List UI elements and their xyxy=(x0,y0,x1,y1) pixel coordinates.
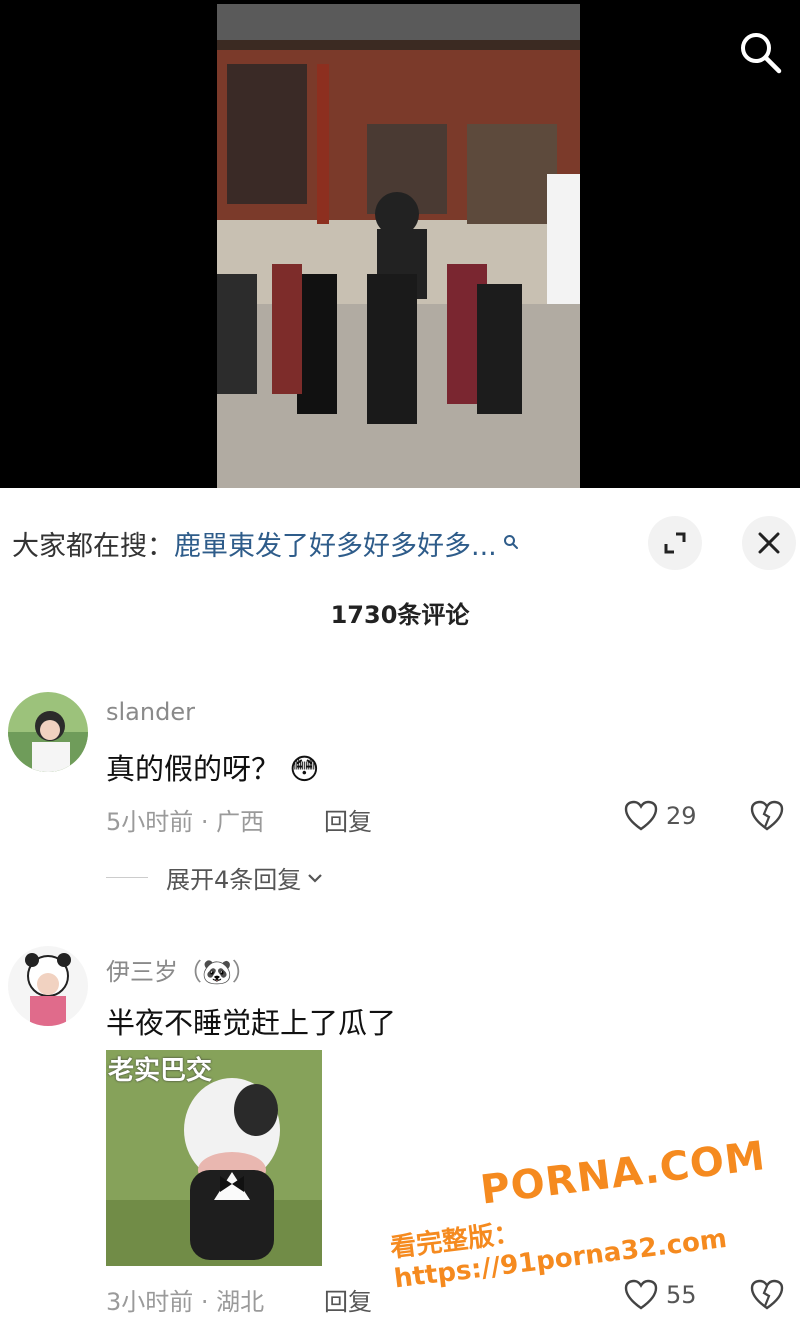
trending-search[interactable]: 大家都在搜：鹿單東发了好多好多好多... xyxy=(12,524,519,563)
like-count: 55 xyxy=(666,1281,697,1309)
comment-text: 半夜不睡觉赶上了瓜了 xyxy=(106,1006,397,1040)
close-button[interactable] xyxy=(742,516,796,570)
video-frame xyxy=(217,4,580,488)
sticker-image[interactable]: 老实巴交 xyxy=(106,1050,322,1266)
trending-prefix: 大家都在搜： xyxy=(12,531,174,562)
collapse-button[interactable] xyxy=(648,516,702,570)
search-icon xyxy=(503,526,519,557)
close-icon xyxy=(758,532,780,554)
reply-button[interactable]: 回复 xyxy=(324,802,372,837)
video-player[interactable] xyxy=(0,0,800,488)
comment-meta: 3小时前 · 湖北 xyxy=(106,1288,265,1316)
avatar[interactable] xyxy=(8,946,88,1026)
comment-text: 真的假的呀？ 😳 xyxy=(106,746,319,788)
expand-replies-button[interactable]: 展开4条回复 xyxy=(106,860,325,895)
like-button[interactable]: 55 xyxy=(624,1279,697,1311)
chevron-down-icon xyxy=(308,873,323,883)
avatar[interactable] xyxy=(8,692,88,772)
heart-icon xyxy=(624,1279,658,1310)
like-count: 29 xyxy=(666,802,697,830)
comment-meta: 5小时前 · 广西 xyxy=(106,808,265,836)
search-icon xyxy=(741,33,782,74)
comment-text-body: 真的假的呀？ xyxy=(106,752,281,786)
expand-replies-label: 展开4条回复 xyxy=(166,866,302,894)
sticker-caption: 老实巴交 xyxy=(108,1056,213,1086)
heart-icon xyxy=(624,800,658,831)
comment-count: 1730条评论 xyxy=(330,601,470,629)
reply-button[interactable]: 回复 xyxy=(324,1282,372,1317)
collapse-icon xyxy=(664,532,686,554)
trending-query[interactable]: 鹿單東发了好多好多好多... xyxy=(174,531,497,562)
like-button[interactable]: 29 xyxy=(624,800,697,832)
comment-username[interactable]: 伊三岁（🐼） xyxy=(106,952,256,987)
dislike-button[interactable] xyxy=(750,1279,784,1315)
search-button[interactable] xyxy=(736,28,784,76)
broken-heart-icon xyxy=(750,800,784,831)
broken-heart-icon xyxy=(750,1279,784,1310)
divider xyxy=(106,877,148,878)
flushed-emoji-icon: 😳 xyxy=(289,752,320,786)
comment-username[interactable]: slander xyxy=(106,698,195,726)
dislike-button[interactable] xyxy=(750,800,784,836)
